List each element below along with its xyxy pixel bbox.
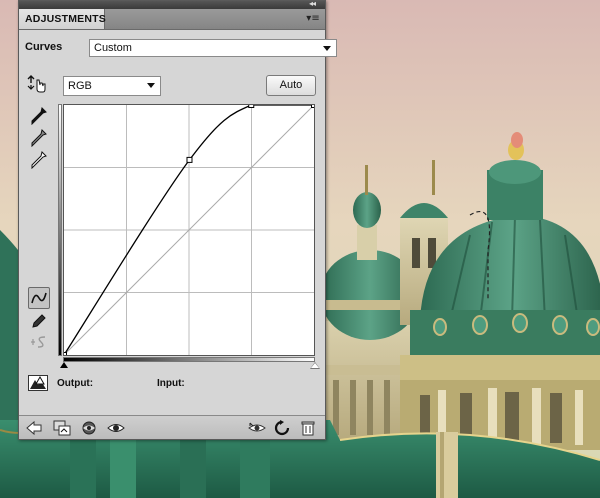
channel-dropdown[interactable]: RGB: [63, 76, 161, 96]
preset-dropdown[interactable]: Custom: [89, 39, 337, 57]
input-label: Input:: [157, 378, 185, 389]
curve-control-point[interactable]: [186, 156, 193, 163]
curve-control-point[interactable]: [248, 102, 255, 108]
panel-menu-icon[interactable]: ▾≡: [305, 12, 321, 25]
clipping-warning-icon[interactable]: [28, 375, 48, 391]
trash-icon[interactable]: [301, 420, 315, 436]
curve-mode-button[interactable]: [28, 287, 50, 309]
hand-target-icon[interactable]: [27, 74, 47, 94]
curve-control-point[interactable]: [61, 352, 67, 358]
clip-layer-icon[interactable]: [53, 420, 71, 436]
curves-label: Curves: [25, 41, 63, 53]
tab-adjustments[interactable]: ADJUSTMENTS: [19, 9, 106, 29]
collapse-icon[interactable]: ◂◂: [309, 0, 316, 8]
pencil-icon[interactable]: [31, 313, 47, 329]
output-label: Output:: [57, 378, 94, 389]
preset-value: Custom: [94, 42, 132, 54]
smooth-icon[interactable]: [30, 334, 48, 350]
curve-canvas[interactable]: [61, 102, 317, 358]
gray-eyedropper-icon[interactable]: [31, 129, 47, 147]
output-gradient-bar: [58, 104, 62, 356]
curve-graph[interactable]: [61, 102, 317, 358]
chevron-down-icon: [323, 46, 331, 51]
back-arrow-icon[interactable]: [25, 420, 43, 436]
channel-value: RGB: [68, 80, 92, 92]
auto-button[interactable]: Auto: [266, 75, 316, 96]
panel-title-bar[interactable]: ◂◂: [19, 0, 325, 9]
eye-icon[interactable]: [107, 420, 125, 436]
adjustments-panel: ◂◂ ADJUSTMENTS ▾≡ Curves Custom RGB Auto: [18, 0, 337, 440]
white-eyedropper-icon[interactable]: [31, 151, 47, 169]
curve-control-point[interactable]: [311, 102, 317, 108]
panel-bottom-toolbar: [19, 415, 325, 439]
visibility-toggle-icon[interactable]: [81, 420, 97, 436]
view-previous-icon[interactable]: [247, 420, 267, 436]
reset-icon[interactable]: [274, 420, 290, 436]
chevron-down-icon: [147, 83, 155, 88]
black-point-slider[interactable]: [60, 362, 68, 368]
curve-mode-icon: [31, 292, 47, 304]
black-eyedropper-icon[interactable]: [31, 107, 47, 125]
white-point-slider[interactable]: [310, 362, 320, 369]
panel-tab-row: ADJUSTMENTS ▾≡: [19, 9, 325, 30]
input-gradient-bar: [63, 357, 315, 362]
